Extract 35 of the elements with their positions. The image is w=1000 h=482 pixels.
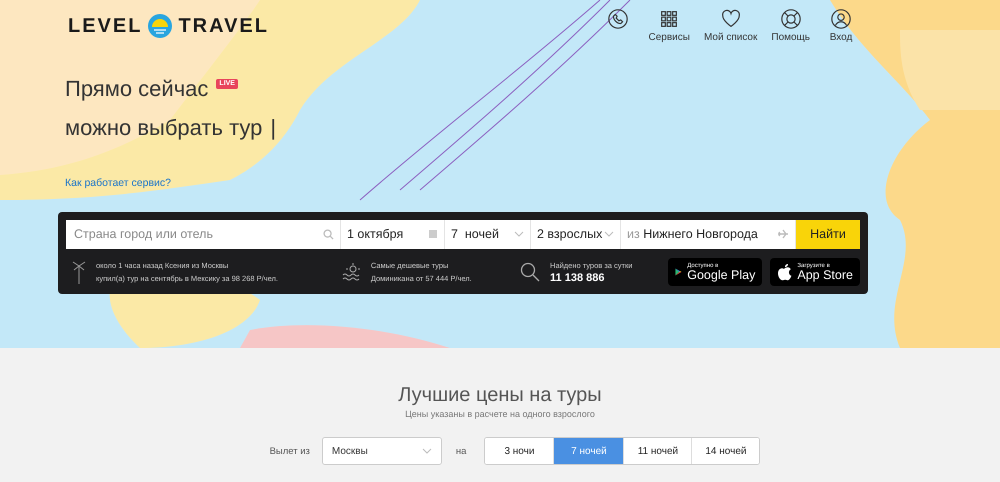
plane-icon (777, 228, 789, 240)
found-tours-count: 11 138 886 (550, 272, 606, 284)
section-title: Лучшие цены на туры (398, 384, 602, 407)
phone-icon (606, 8, 629, 30)
sun-logo-icon (148, 14, 172, 38)
heart-icon (720, 8, 742, 30)
search-icon (520, 262, 540, 282)
travelers-field[interactable]: 2 взрослых (531, 220, 621, 248)
chevron-down-icon (514, 231, 524, 238)
headline-text: можно выбрать тур (65, 114, 262, 142)
sun-waves-icon (340, 262, 361, 282)
departure-select[interactable]: Москвы (322, 437, 442, 465)
lifebuoy-icon (780, 8, 802, 30)
user-icon (830, 8, 852, 30)
chevron-down-icon (604, 231, 614, 238)
nav-link[interactable]: Сервисы (648, 8, 690, 43)
departure-label: Вылет из (270, 446, 310, 456)
section-subtitle: Цены указаны в расчете на одного взрослого (405, 409, 595, 419)
search-icon (323, 228, 334, 240)
nights-field[interactable]: 7 ночей (445, 220, 531, 248)
find-button[interactable]: Найти (796, 220, 860, 248)
nav-link[interactable]: Помощь (771, 8, 810, 43)
text-cursor: | (270, 114, 276, 142)
palm-tree-icon (72, 260, 86, 284)
headline-text: Прямо сейчас (65, 75, 208, 103)
how-it-works-link[interactable]: Как работает сервис? (65, 177, 171, 189)
on-label: на (456, 446, 466, 456)
date-field[interactable]: 1 октября (341, 220, 445, 248)
logo-text: TRAVEL (178, 14, 269, 38)
nav-link[interactable]: Мой список (704, 8, 758, 43)
chevron-down-icon (422, 448, 432, 454)
nights-tab[interactable]: 14 ночей (691, 438, 760, 464)
nav-link[interactable]: Вход (824, 8, 858, 43)
apple-icon (777, 262, 792, 281)
logo-text: LEVEL (68, 14, 142, 38)
